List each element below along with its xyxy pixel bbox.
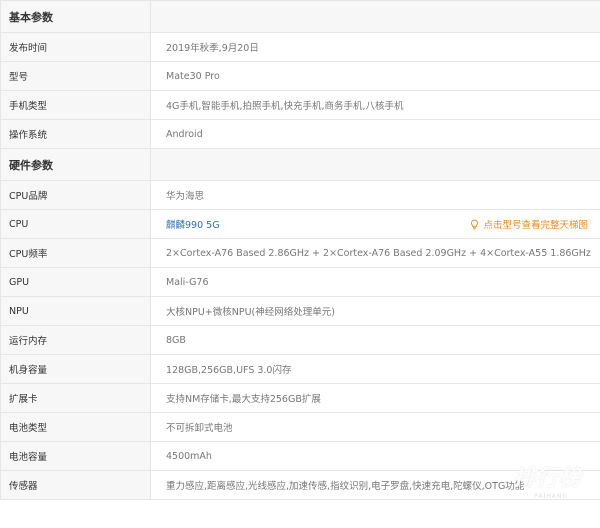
spec-value: 2019年秋季,9月20日 [151, 33, 600, 61]
spec-value-text: 大核NPU+微核NPU(神经网络处理单元) [166, 307, 335, 318]
spec-value-text: 支持NM存储卡,最大支持256GB扩展 [166, 394, 321, 405]
cpu-ladder-hint-text: 点击型号查看完整天梯图 [483, 220, 588, 231]
spec-value-text: 2×Cortex-A76 Based 2.86GHz + 2×Cortex-A7… [166, 247, 591, 259]
spec-row: 电池类型 不可拆卸式电池 [1, 413, 600, 442]
spec-table: 基本参数 发布时间 2019年秋季,9月20日 型号 Mate30 Pro 手机… [0, 0, 600, 500]
spec-value-text: 华为海思 [166, 191, 205, 202]
spec-row: CPU品牌 华为海思 [1, 181, 600, 210]
spec-value-text: 4G手机,智能手机,拍照手机,快充手机,商务手机,八核手机 [166, 101, 404, 112]
spec-row: 型号 Mate30 Pro [1, 62, 600, 91]
cpu-model-link[interactable]: 麒麟990 5G [166, 217, 220, 231]
spec-value-text: Android [166, 128, 203, 140]
spec-value: 8GB [151, 326, 600, 354]
spec-row: 手机类型 4G手机,智能手机,拍照手机,快充手机,商务手机,八核手机 [1, 91, 600, 120]
spec-label: CPU品牌 [1, 181, 151, 209]
section-spacer [151, 149, 600, 180]
spec-value: 不可拆卸式电池 [151, 413, 600, 441]
section-title-basic: 基本参数 [1, 1, 151, 32]
spec-row: 传感器 重力感应,距离感应,光线感应,加速传感,指纹识别,电子罗盘,快速充电,陀… [1, 471, 600, 500]
spec-value: 4G手机,智能手机,拍照手机,快充手机,商务手机,八核手机 [151, 91, 600, 119]
spec-row: 电池容量 4500mAh [1, 442, 600, 471]
spec-label: 电池容量 [1, 442, 151, 470]
spec-label: 电池类型 [1, 413, 151, 441]
cpu-ladder-hint-link[interactable]: 点击型号查看完整天梯图 [469, 217, 588, 231]
spec-label: GPU [1, 268, 151, 296]
lightbulb-icon [471, 219, 479, 229]
spec-label: 操作系统 [1, 120, 151, 148]
spec-value: Mali-G76 [151, 268, 600, 296]
spec-label: 传感器 [1, 471, 151, 499]
spec-value: 大核NPU+微核NPU(神经网络处理单元) [151, 297, 600, 325]
spec-value-text: 4500mAh [166, 450, 212, 462]
spec-value-text: 不可拆卸式电池 [166, 423, 233, 434]
spec-value: 2×Cortex-A76 Based 2.86GHz + 2×Cortex-A7… [151, 239, 600, 267]
spec-label: NPU [1, 297, 151, 325]
spec-row: 机身容量 128GB,256GB,UFS 3.0闪存 [1, 355, 600, 384]
spec-value-text: 8GB [166, 334, 186, 346]
spec-value: 麒麟990 5G 点击型号查看完整天梯图 [151, 210, 600, 238]
spec-value: 128GB,256GB,UFS 3.0闪存 [151, 355, 600, 383]
spec-label: 扩展卡 [1, 384, 151, 412]
spec-label: 型号 [1, 62, 151, 90]
spec-value: 华为海思 [151, 181, 600, 209]
section-spacer [151, 1, 600, 32]
spec-row: CPU频率 2×Cortex-A76 Based 2.86GHz + 2×Cor… [1, 239, 600, 268]
spec-value-text: 2019年秋季,9月20日 [166, 43, 259, 54]
spec-row: 运行内存 8GB [1, 326, 600, 355]
spec-row: GPU Mali-G76 [1, 268, 600, 297]
spec-value: 支持NM存储卡,最大支持256GB扩展 [151, 384, 600, 412]
spec-value: Mate30 Pro [151, 62, 600, 90]
spec-label: 发布时间 [1, 33, 151, 61]
spec-value: 4500mAh [151, 442, 600, 470]
spec-value-text: Mate30 Pro [166, 70, 220, 82]
spec-label: CPU频率 [1, 239, 151, 267]
spec-label: 运行内存 [1, 326, 151, 354]
spec-row: 扩展卡 支持NM存储卡,最大支持256GB扩展 [1, 384, 600, 413]
section-header-basic: 基本参数 [1, 1, 600, 33]
spec-row: 操作系统 Android [1, 120, 600, 149]
spec-row: 发布时间 2019年秋季,9月20日 [1, 33, 600, 62]
section-header-hardware: 硬件参数 [1, 149, 600, 181]
spec-label: 手机类型 [1, 91, 151, 119]
spec-label: 机身容量 [1, 355, 151, 383]
spec-row: CPU 麒麟990 5G 点击型号查看完整天梯图 [1, 210, 600, 239]
spec-value-text: 重力感应,距离感应,光线感应,加速传感,指纹识别,电子罗盘,快速充电,陀螺仪,O… [166, 481, 525, 492]
section-title-hardware: 硬件参数 [1, 149, 151, 180]
spec-label: CPU [1, 210, 151, 238]
spec-value-text: Mali-G76 [166, 276, 209, 288]
spec-row: NPU 大核NPU+微核NPU(神经网络处理单元) [1, 297, 600, 326]
spec-value-text: 128GB,256GB,UFS 3.0闪存 [166, 365, 292, 376]
spec-value: 重力感应,距离感应,光线感应,加速传感,指纹识别,电子罗盘,快速充电,陀螺仪,O… [151, 471, 600, 499]
spec-value: Android [151, 120, 600, 148]
